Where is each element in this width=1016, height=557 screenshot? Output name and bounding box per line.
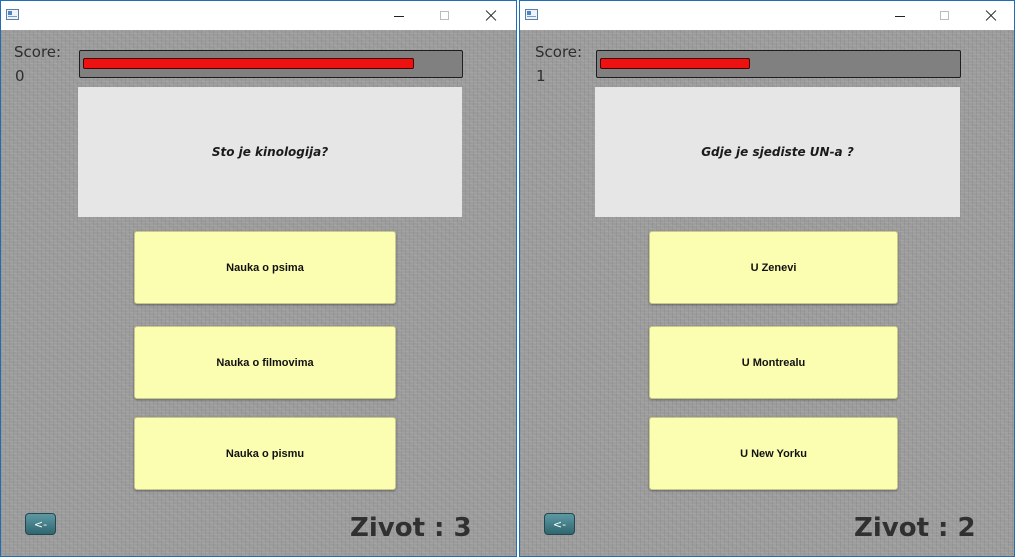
question-text: Sto je kinologija? bbox=[211, 145, 329, 159]
answer-label: U Zenevi bbox=[750, 261, 797, 274]
answer-label: U Montrealu bbox=[741, 356, 806, 369]
score-label: Score: bbox=[14, 43, 62, 61]
lives-counter: Zivot : 2 bbox=[854, 513, 976, 543]
timer-fill bbox=[83, 58, 414, 69]
answer-button-2[interactable]: U Montrealu bbox=[649, 326, 898, 399]
timer-bar bbox=[79, 50, 463, 78]
title-bar[interactable] bbox=[1, 1, 516, 30]
timer-fill bbox=[600, 58, 750, 69]
back-arrow-label: <- bbox=[552, 517, 567, 531]
back-button[interactable]: <- bbox=[25, 513, 56, 535]
answer-button-3[interactable]: U New Yorku bbox=[649, 417, 898, 490]
timer-bar bbox=[596, 50, 961, 78]
score-value: 0 bbox=[15, 67, 25, 85]
quiz-window-left: Score: 0 Sto je kinologija? Nauka o psim… bbox=[0, 0, 517, 557]
question-box: Gdje je sjediste UN-a ? bbox=[595, 87, 960, 217]
answer-label: Nauka o psima bbox=[226, 261, 304, 274]
score-label: Score: bbox=[535, 43, 583, 61]
minimize-icon[interactable] bbox=[877, 1, 923, 30]
back-button[interactable]: <- bbox=[544, 513, 575, 535]
maximize-icon[interactable] bbox=[922, 1, 968, 30]
maximize-icon[interactable] bbox=[422, 1, 468, 30]
app-window-icon bbox=[525, 9, 538, 20]
answer-label: Nauka o pismu bbox=[225, 447, 305, 460]
title-bar[interactable] bbox=[520, 1, 1014, 30]
answer-button-2[interactable]: Nauka o filmovima bbox=[134, 326, 396, 399]
app-window-icon bbox=[6, 9, 19, 20]
minimize-icon[interactable] bbox=[376, 1, 422, 30]
answer-button-1[interactable]: U Zenevi bbox=[649, 231, 898, 304]
back-arrow-label: <- bbox=[33, 517, 48, 531]
answer-label: Nauka o filmovima bbox=[216, 356, 314, 369]
lives-counter: Zivot : 3 bbox=[350, 513, 472, 543]
answer-button-1[interactable]: Nauka o psima bbox=[134, 231, 396, 304]
close-icon[interactable] bbox=[468, 1, 514, 30]
close-icon[interactable] bbox=[968, 1, 1014, 30]
answer-label: U New Yorku bbox=[740, 447, 807, 460]
question-box: Sto je kinologija? bbox=[78, 87, 462, 217]
score-value: 1 bbox=[536, 67, 546, 85]
answer-button-3[interactable]: Nauka o pismu bbox=[134, 417, 396, 490]
question-text: Gdje je sjediste UN-a ? bbox=[701, 145, 854, 159]
quiz-window-right: Score: 1 Gdje je sjediste UN-a ? U Zenev… bbox=[519, 0, 1015, 557]
